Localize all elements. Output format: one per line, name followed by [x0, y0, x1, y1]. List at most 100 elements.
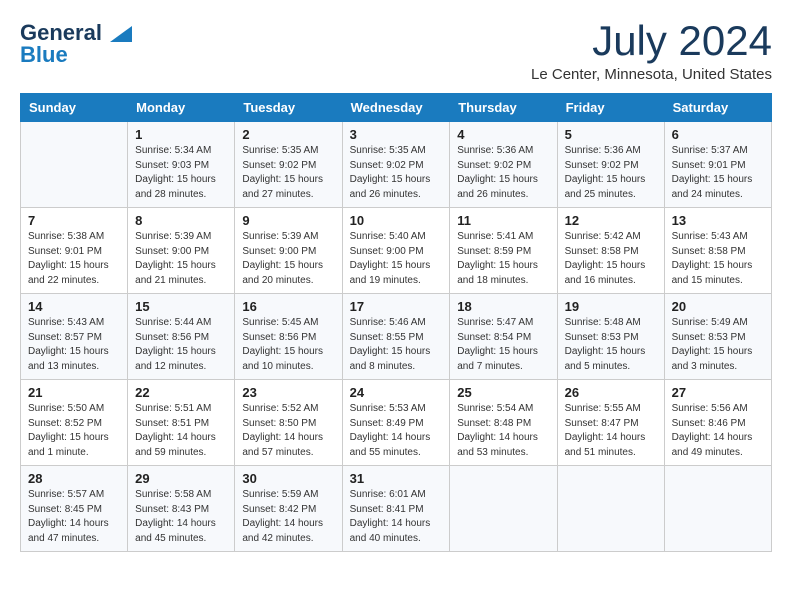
calendar-week-1: 1Sunrise: 5:34 AM Sunset: 9:03 PM Daylig…	[21, 122, 772, 208]
day-info: Sunrise: 5:46 AM Sunset: 8:55 PM Dayligh…	[350, 316, 443, 374]
calendar-week-2: 7 Sunrise: 5:38 AM Sunset: 9:01 PM Daylig…	[21, 208, 772, 294]
day-info: Sunrise: 5:48 AM Sunset: 8:53 PM Dayligh…	[565, 316, 657, 374]
calendar-cell	[664, 466, 771, 552]
day-number: 18	[457, 299, 549, 314]
calendar-cell: 16 Sunrise: 5:45 AM Sunset: 8:56 PM Dayli…	[235, 294, 342, 380]
day-number: 23	[242, 385, 334, 400]
day-info: Sunrise: 5:40 AM Sunset: 9:00 PM Dayligh…	[350, 230, 443, 288]
calendar-week-5: 28Sunrise: 5:57 AM Sunset: 8:45 PM Dayli…	[21, 466, 772, 552]
day-info: Sunrise: 6:01 AM Sunset: 8:41 PM Dayligh…	[350, 488, 443, 546]
day-number: 26	[565, 385, 657, 400]
calendar-cell: 24Sunrise: 5:53 AM Sunset: 8:49 PM Dayli…	[342, 380, 450, 466]
calendar-cell: 3Sunrise: 5:35 AM Sunset: 9:02 PM Daylig…	[342, 122, 450, 208]
day-info: Sunrise: 5:50 AM Sunset: 8:52 PM Dayligh…	[28, 402, 120, 460]
day-number: 15	[135, 299, 227, 314]
col-header-saturday: Saturday	[664, 94, 771, 122]
calendar-cell: 1Sunrise: 5:34 AM Sunset: 9:03 PM Daylig…	[128, 122, 235, 208]
day-info: Sunrise: 5:41 AM Sunset: 8:59 PM Dayligh…	[457, 230, 549, 288]
calendar-cell: 11 Sunrise: 5:41 AM Sunset: 8:59 PM Dayli…	[450, 208, 557, 294]
day-number: 12	[565, 213, 657, 228]
day-number: 14	[28, 299, 120, 314]
col-header-tuesday: Tuesday	[235, 94, 342, 122]
calendar-cell: 25 Sunrise: 5:54 AM Sunset: 8:48 PM Dayli…	[450, 380, 557, 466]
day-number: 7	[28, 213, 120, 228]
day-info: Sunrise: 5:51 AM Sunset: 8:51 PM Dayligh…	[135, 402, 227, 460]
calendar-cell: 9Sunrise: 5:39 AM Sunset: 9:00 PM Daylig…	[235, 208, 342, 294]
day-info: Sunrise: 5:54 AM Sunset: 8:48 PM Dayligh…	[457, 402, 549, 460]
day-number: 8	[135, 213, 227, 228]
calendar-week-4: 21 Sunrise: 5:50 AM Sunset: 8:52 PM Dayli…	[21, 380, 772, 466]
calendar-cell: 15 Sunrise: 5:44 AM Sunset: 8:56 PM Dayli…	[128, 294, 235, 380]
month-title: July 2024	[531, 20, 772, 62]
calendar-cell: 23Sunrise: 5:52 AM Sunset: 8:50 PM Dayli…	[235, 380, 342, 466]
calendar-cell: 29Sunrise: 5:58 AM Sunset: 8:43 PM Dayli…	[128, 466, 235, 552]
day-number: 22	[135, 385, 227, 400]
day-number: 11	[457, 213, 549, 228]
calendar-cell: 20 Sunrise: 5:49 AM Sunset: 8:53 PM Dayli…	[664, 294, 771, 380]
calendar-cell: 14 Sunrise: 5:43 AM Sunset: 8:57 PM Dayli…	[21, 294, 128, 380]
calendar-cell	[557, 466, 664, 552]
title-block: July 2024 Le Center, Minnesota, United S…	[531, 20, 772, 83]
day-info: Sunrise: 5:39 AM Sunset: 9:00 PM Dayligh…	[135, 230, 227, 288]
col-header-sunday: Sunday	[21, 94, 128, 122]
day-info: Sunrise: 5:34 AM Sunset: 9:03 PM Dayligh…	[135, 144, 227, 202]
calendar-cell: 13 Sunrise: 5:43 AM Sunset: 8:58 PM Dayli…	[664, 208, 771, 294]
day-number: 25	[457, 385, 549, 400]
day-info: Sunrise: 5:49 AM Sunset: 8:53 PM Dayligh…	[672, 316, 764, 374]
day-info: Sunrise: 5:55 AM Sunset: 8:47 PM Dayligh…	[565, 402, 657, 460]
day-number: 10	[350, 213, 443, 228]
col-header-wednesday: Wednesday	[342, 94, 450, 122]
day-info: Sunrise: 5:37 AM Sunset: 9:01 PM Dayligh…	[672, 144, 764, 202]
calendar-cell: 21 Sunrise: 5:50 AM Sunset: 8:52 PM Dayli…	[21, 380, 128, 466]
day-info: Sunrise: 5:43 AM Sunset: 8:57 PM Dayligh…	[28, 316, 120, 374]
calendar-cell	[450, 466, 557, 552]
day-number: 3	[350, 127, 443, 142]
logo-blue: Blue	[20, 43, 68, 67]
calendar-cell: 28Sunrise: 5:57 AM Sunset: 8:45 PM Dayli…	[21, 466, 128, 552]
calendar-cell: 30Sunrise: 5:59 AM Sunset: 8:42 PM Dayli…	[235, 466, 342, 552]
day-info: Sunrise: 5:38 AM Sunset: 9:01 PM Dayligh…	[28, 230, 120, 288]
calendar-header-row: SundayMondayTuesdayWednesdayThursdayFrid…	[21, 94, 772, 122]
col-header-thursday: Thursday	[450, 94, 557, 122]
day-info: Sunrise: 5:59 AM Sunset: 8:42 PM Dayligh…	[242, 488, 334, 546]
day-info: Sunrise: 5:53 AM Sunset: 8:49 PM Dayligh…	[350, 402, 443, 460]
day-number: 5	[565, 127, 657, 142]
day-info: Sunrise: 5:36 AM Sunset: 9:02 PM Dayligh…	[565, 144, 657, 202]
calendar-cell: 19 Sunrise: 5:48 AM Sunset: 8:53 PM Dayli…	[557, 294, 664, 380]
calendar-cell: 27 Sunrise: 5:56 AM Sunset: 8:46 PM Dayli…	[664, 380, 771, 466]
day-number: 13	[672, 213, 764, 228]
day-number: 29	[135, 471, 227, 486]
calendar-cell: 2Sunrise: 5:35 AM Sunset: 9:02 PM Daylig…	[235, 122, 342, 208]
day-info: Sunrise: 5:39 AM Sunset: 9:00 PM Dayligh…	[242, 230, 334, 288]
day-number: 19	[565, 299, 657, 314]
calendar-cell: 18Sunrise: 5:47 AM Sunset: 8:54 PM Dayli…	[450, 294, 557, 380]
logo: General Blue	[20, 20, 132, 67]
calendar-week-3: 14 Sunrise: 5:43 AM Sunset: 8:57 PM Dayli…	[21, 294, 772, 380]
day-number: 17	[350, 299, 443, 314]
calendar-table: SundayMondayTuesdayWednesdayThursdayFrid…	[20, 93, 772, 552]
calendar-cell: 12 Sunrise: 5:42 AM Sunset: 8:58 PM Dayli…	[557, 208, 664, 294]
calendar-cell: 4Sunrise: 5:36 AM Sunset: 9:02 PM Daylig…	[450, 122, 557, 208]
calendar-cell: 7 Sunrise: 5:38 AM Sunset: 9:01 PM Daylig…	[21, 208, 128, 294]
day-info: Sunrise: 5:43 AM Sunset: 8:58 PM Dayligh…	[672, 230, 764, 288]
day-info: Sunrise: 5:45 AM Sunset: 8:56 PM Dayligh…	[242, 316, 334, 374]
calendar-cell: 5 Sunrise: 5:36 AM Sunset: 9:02 PM Daylig…	[557, 122, 664, 208]
page-header: General Blue July 2024 Le Center, Minnes…	[20, 20, 772, 83]
day-info: Sunrise: 5:56 AM Sunset: 8:46 PM Dayligh…	[672, 402, 764, 460]
day-number: 21	[28, 385, 120, 400]
day-number: 4	[457, 127, 549, 142]
calendar-cell: 10 Sunrise: 5:40 AM Sunset: 9:00 PM Dayli…	[342, 208, 450, 294]
col-header-friday: Friday	[557, 94, 664, 122]
logo-icon	[110, 26, 132, 42]
day-number: 6	[672, 127, 764, 142]
day-info: Sunrise: 5:42 AM Sunset: 8:58 PM Dayligh…	[565, 230, 657, 288]
day-number: 27	[672, 385, 764, 400]
calendar-cell: 8 Sunrise: 5:39 AM Sunset: 9:00 PM Daylig…	[128, 208, 235, 294]
calendar-cell	[21, 122, 128, 208]
day-number: 16	[242, 299, 334, 314]
day-info: Sunrise: 5:57 AM Sunset: 8:45 PM Dayligh…	[28, 488, 120, 546]
day-info: Sunrise: 5:35 AM Sunset: 9:02 PM Dayligh…	[242, 144, 334, 202]
day-number: 20	[672, 299, 764, 314]
calendar-cell: 17 Sunrise: 5:46 AM Sunset: 8:55 PM Dayli…	[342, 294, 450, 380]
day-info: Sunrise: 5:44 AM Sunset: 8:56 PM Dayligh…	[135, 316, 227, 374]
